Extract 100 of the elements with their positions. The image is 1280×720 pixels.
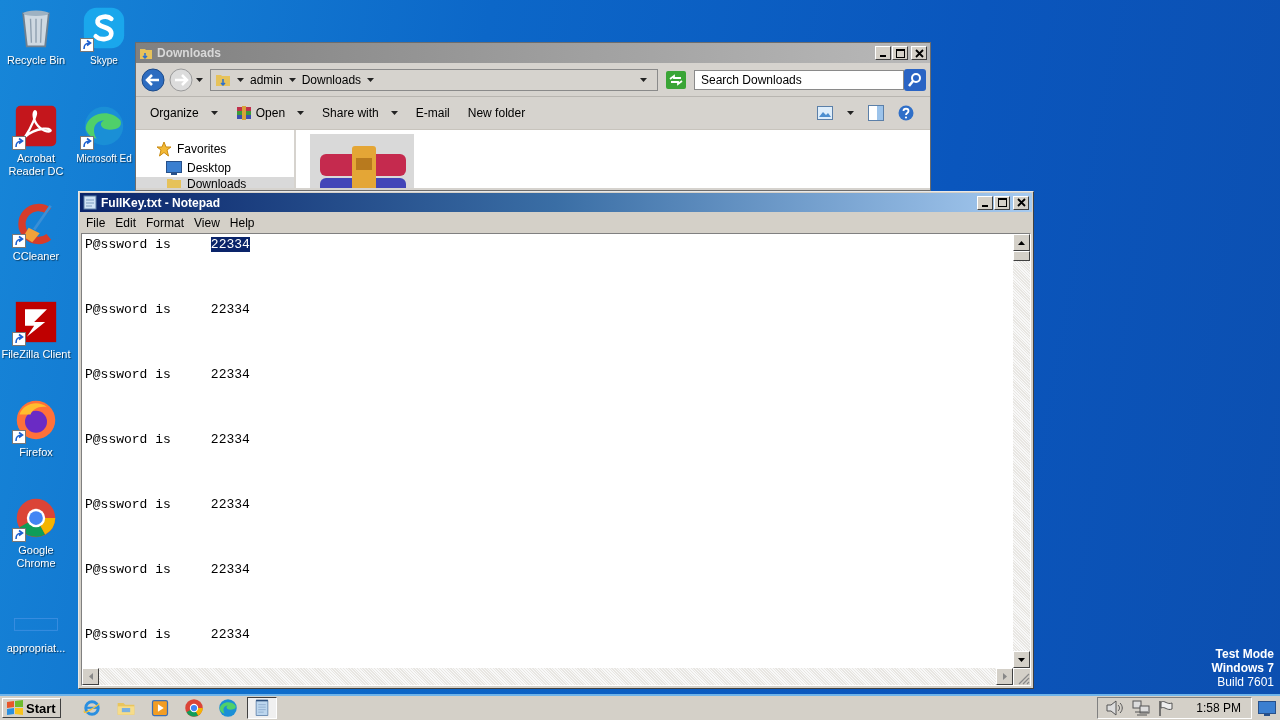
nav-item[interactable]: Downloads bbox=[136, 177, 294, 188]
firefox-icon bbox=[14, 398, 58, 442]
scroll-thumb[interactable] bbox=[1013, 251, 1030, 261]
file-item[interactable] bbox=[310, 134, 414, 188]
maximize-button[interactable] bbox=[994, 195, 1010, 210]
menu-item[interactable]: View bbox=[189, 215, 225, 230]
breadcrumb-item[interactable]: admin bbox=[250, 72, 283, 87]
menu-item[interactable]: Format bbox=[141, 215, 190, 230]
close-icon bbox=[1016, 198, 1026, 207]
flag-icon[interactable] bbox=[1158, 700, 1175, 716]
network-icon[interactable] bbox=[1132, 700, 1151, 716]
system-watermark-text: Windows 7 bbox=[1211, 661, 1274, 675]
chrome-icon bbox=[183, 698, 204, 718]
clock[interactable]: 1:58 PM bbox=[1196, 701, 1241, 715]
refresh-button[interactable] bbox=[666, 70, 686, 89]
breadcrumb-item[interactable]: Downloads bbox=[301, 72, 362, 87]
desktop-shortcut[interactable]: Microsoft Ed bbox=[74, 104, 134, 165]
scroll-right-button[interactable] bbox=[996, 668, 1013, 685]
start-button[interactable]: Start bbox=[2, 698, 61, 718]
monitor-icon bbox=[1258, 700, 1276, 716]
notepad-icon bbox=[83, 195, 97, 210]
folder-icon bbox=[166, 177, 182, 188]
desktop-shortcut[interactable]: Firefox bbox=[0, 398, 72, 496]
acrobat-icon bbox=[14, 104, 58, 148]
minimize-button[interactable] bbox=[875, 46, 891, 60]
menu-item[interactable]: File bbox=[81, 215, 111, 230]
toolbar-button[interactable]: E-mail bbox=[413, 102, 458, 124]
books-icon bbox=[235, 105, 252, 121]
caret-icon bbox=[288, 77, 296, 82]
password-value: 22334 bbox=[210, 237, 250, 252]
scroll-up-button[interactable] bbox=[1013, 234, 1030, 251]
text-line: P@ssword is bbox=[85, 627, 171, 642]
horizontal-scrollbar[interactable] bbox=[82, 668, 1013, 685]
caret-icon bbox=[196, 77, 203, 82]
vertical-scrollbar[interactable] bbox=[1013, 234, 1030, 668]
right-arrow-icon bbox=[1002, 673, 1007, 680]
password-value: 22334 bbox=[210, 562, 250, 577]
text-line: P@ssword is bbox=[85, 432, 171, 447]
text-line: P@ssword is bbox=[85, 237, 171, 252]
caret-icon bbox=[640, 77, 647, 82]
taskbar-app-button[interactable] bbox=[246, 697, 277, 719]
menu-item[interactable]: Help bbox=[224, 215, 260, 230]
desktop-shortcut[interactable]: Google Chrome bbox=[0, 496, 72, 594]
show-desktop-button[interactable] bbox=[1256, 700, 1278, 716]
history-dropdown[interactable] bbox=[196, 77, 206, 82]
address-bar[interactable]: admin Downloads bbox=[210, 68, 658, 91]
maximize-icon bbox=[997, 198, 1007, 207]
password-value: 22334 bbox=[210, 627, 250, 642]
caret-icon bbox=[847, 111, 854, 115]
close-button[interactable] bbox=[911, 46, 927, 60]
chrome-icon bbox=[14, 496, 58, 540]
minimize-icon bbox=[880, 55, 886, 57]
nav-item[interactable]: Desktop bbox=[136, 158, 294, 177]
toolbar-button[interactable]: New folder bbox=[465, 102, 534, 124]
resize-grip-icon[interactable] bbox=[1014, 669, 1030, 685]
star-icon bbox=[156, 140, 172, 157]
up-arrow-icon bbox=[1018, 240, 1025, 245]
windows-logo-icon bbox=[6, 700, 24, 716]
toolbar-button[interactable]: Open bbox=[233, 101, 313, 125]
desktop-shortcut[interactable]: CCleaner bbox=[0, 202, 72, 300]
desktop-shortcut[interactable]: Acrobat Reader DC bbox=[0, 104, 72, 202]
nav-item[interactable]: Favorites bbox=[136, 139, 294, 158]
system-watermark-text: Build 7601 bbox=[1217, 675, 1274, 689]
picture-view-icon bbox=[817, 106, 833, 120]
ie-icon bbox=[81, 698, 102, 718]
speaker-icon[interactable] bbox=[1106, 700, 1125, 716]
folder-icon bbox=[139, 46, 153, 60]
password-value: 22334 bbox=[210, 432, 250, 447]
edge-icon bbox=[82, 104, 126, 148]
system-watermark-text: Test Mode bbox=[1215, 647, 1274, 661]
minimize-icon bbox=[982, 204, 988, 207]
toolbar-button[interactable]: Share with bbox=[320, 102, 406, 124]
caret-icon bbox=[367, 77, 375, 82]
search-button[interactable] bbox=[904, 68, 926, 91]
preview-pane-icon bbox=[868, 105, 884, 121]
text-line: P@ssword is bbox=[85, 302, 171, 317]
help-icon bbox=[898, 105, 914, 121]
desktop-shortcut[interactable]: Recycle Bin bbox=[0, 6, 72, 104]
down-arrow-icon bbox=[1018, 657, 1025, 662]
minimize-button[interactable] bbox=[977, 195, 993, 210]
maximize-icon bbox=[895, 48, 905, 58]
caret-icon bbox=[237, 77, 244, 82]
media-player-icon bbox=[149, 698, 170, 718]
desktop-shortcut[interactable]: Skype bbox=[74, 6, 134, 67]
maximize-button[interactable] bbox=[892, 46, 908, 60]
scroll-down-button[interactable] bbox=[1013, 651, 1030, 668]
search-field[interactable]: Search Downloads bbox=[694, 69, 904, 90]
menu-item[interactable]: Edit bbox=[110, 215, 142, 230]
back-button[interactable] bbox=[140, 66, 166, 93]
desktop-shortcut[interactable]: appropriat... bbox=[0, 594, 72, 692]
search-icon bbox=[907, 71, 923, 88]
password-value: 22334 bbox=[210, 367, 250, 382]
desktop-shortcut[interactable]: FileZilla Client bbox=[0, 300, 72, 398]
toolbar-button[interactable]: Organize bbox=[148, 102, 226, 124]
blank-file-icon bbox=[14, 618, 58, 631]
text-line: P@ssword is bbox=[85, 497, 171, 512]
close-icon bbox=[914, 48, 924, 58]
close-button[interactable] bbox=[1013, 195, 1029, 210]
scroll-left-button[interactable] bbox=[82, 668, 99, 685]
text-line: P@ssword is bbox=[85, 367, 171, 382]
